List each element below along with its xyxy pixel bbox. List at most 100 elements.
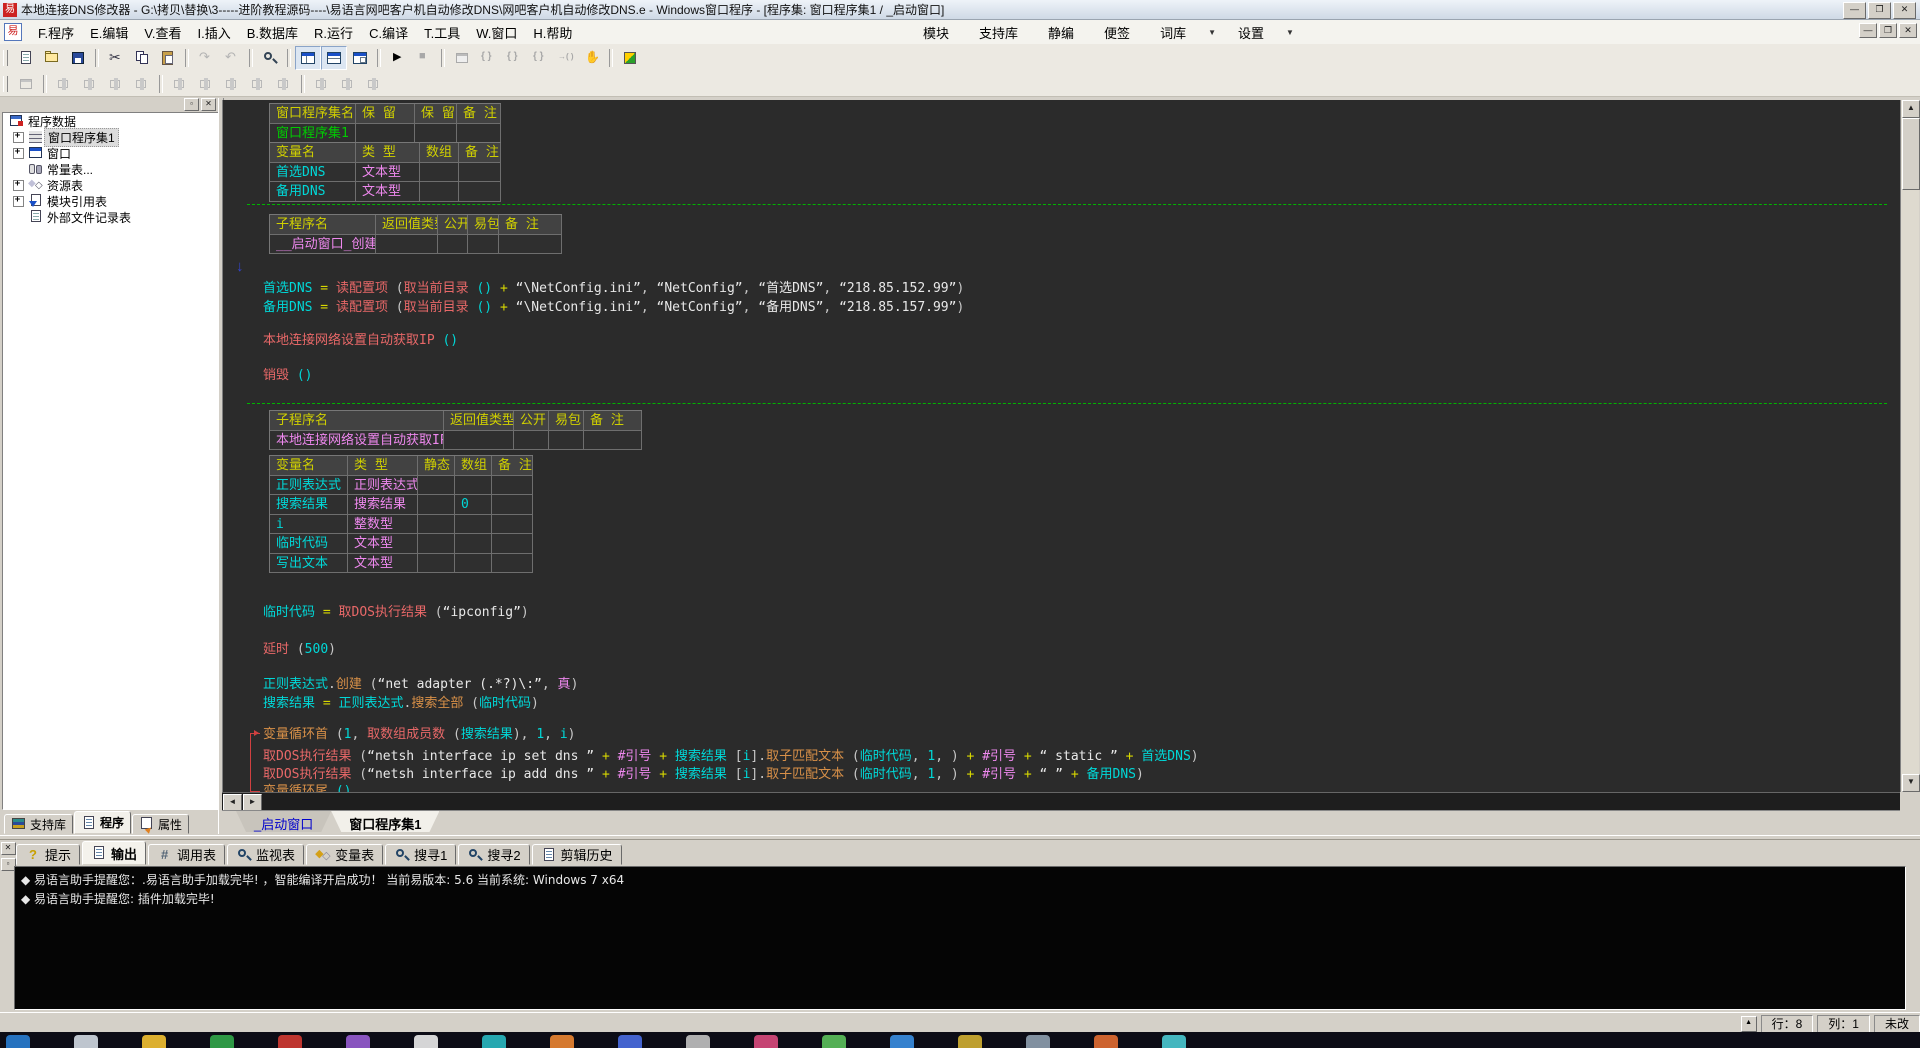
output-close-button[interactable]: ✕	[0, 842, 16, 855]
tree-item-外部文件记录表[interactable]: 外部文件记录表	[3, 209, 219, 225]
editor-tab-窗口程序集1[interactable]: 窗口程序集1	[331, 811, 439, 832]
editor-tab-_启动窗口[interactable]: _启动窗口	[236, 811, 331, 832]
mdi-close-button[interactable]: ✕	[1899, 23, 1917, 38]
copy-button[interactable]	[129, 46, 155, 70]
menu-item-模块[interactable]: 模块	[915, 20, 957, 45]
toolbar-grip[interactable]	[3, 50, 8, 66]
menu-item-T.工具[interactable]: T.工具	[416, 20, 468, 45]
taskbar-item[interactable]	[822, 1035, 846, 1048]
minimize-button[interactable]: —	[1843, 2, 1866, 19]
menu-item-V.查看[interactable]: V.查看	[136, 20, 189, 45]
statusbar: ▲ 行：8 列：1 未改	[0, 1012, 1920, 1033]
mdi-child-icon: 易	[4, 23, 22, 41]
taskbar-item[interactable]	[74, 1035, 98, 1048]
taskbar-item[interactable]	[210, 1035, 234, 1048]
tab-搜寻1[interactable]: 搜寻1	[385, 844, 457, 865]
taskbar-item[interactable]	[550, 1035, 574, 1048]
taskbar-item[interactable]	[482, 1035, 506, 1048]
tab-输出[interactable]: 输出	[82, 841, 147, 865]
taskbar-item[interactable]	[278, 1035, 302, 1048]
tree-item-窗口程序集1[interactable]: 窗口程序集1	[3, 127, 219, 147]
menu-item-H.帮助[interactable]: H.帮助	[525, 20, 580, 45]
taskbar-item[interactable]	[1026, 1035, 1050, 1048]
code-line: 变量循环尾 ()	[263, 784, 352, 792]
taskbar-item[interactable]	[618, 1035, 642, 1048]
step-over-icon	[480, 50, 496, 66]
e-assistant-plugin-button[interactable]	[617, 46, 643, 70]
menu-item-W.窗口[interactable]: W.窗口	[468, 20, 525, 45]
taskbar-item[interactable]	[890, 1035, 914, 1048]
save-file-button[interactable]	[65, 46, 91, 70]
tree-item-窗口[interactable]: 窗口	[3, 145, 219, 161]
expand-plus-icon[interactable]	[13, 195, 24, 207]
status-panel-toggle-button[interactable]: ▲	[1740, 1016, 1757, 1032]
windows-taskbar[interactable]	[0, 1032, 1920, 1048]
menu-item-F.程序[interactable]: F.程序	[30, 20, 82, 45]
code-editor[interactable]: 窗口程序集名保 留保 留备 注窗口程序集1 变量名类 型数组备 注首选DNS 文本型…	[222, 100, 1901, 792]
panel-close-button[interactable]: ✕	[201, 98, 216, 111]
output-area[interactable]: ◆ 易语言助手提醒您：.易语言助手加载完毕! ，智能编译开启成功！ 当前易版本:…	[14, 866, 1906, 1010]
menu-item-E.编辑[interactable]: E.编辑	[82, 20, 136, 45]
mdi-minimize-button[interactable]: —	[1859, 23, 1877, 38]
taskbar-item[interactable]	[1162, 1035, 1186, 1048]
menu-item-词库[interactable]: 词库	[1152, 20, 1194, 45]
run-program-button[interactable]	[385, 46, 411, 70]
vscroll-thumb[interactable]	[1902, 118, 1920, 190]
taskbar-item[interactable]	[346, 1035, 370, 1048]
open-file-button[interactable]	[39, 46, 65, 70]
taskbar-item[interactable]	[958, 1035, 982, 1048]
dropdown-arrow-icon[interactable]: ▼	[1208, 28, 1216, 37]
toolbar-grip[interactable]	[3, 76, 8, 92]
tree-item-资源表[interactable]: 资源表	[3, 177, 219, 193]
tab-变量表[interactable]: 变量表	[306, 844, 384, 865]
tab-搜寻2[interactable]: 搜寻2	[458, 844, 530, 865]
editor-vscrollbar[interactable]: ▲ ▼	[1900, 100, 1920, 792]
program-data-icon	[9, 114, 25, 128]
menu-item-便签[interactable]: 便签	[1096, 20, 1138, 45]
find-button[interactable]	[257, 46, 283, 70]
workspace-panel-caption[interactable]: ▫ ✕	[2, 98, 218, 111]
menu-item-R.运行[interactable]: R.运行	[306, 20, 361, 45]
dropdown-arrow-icon[interactable]: ▼	[1286, 28, 1294, 37]
tab-程序[interactable]: 程序	[74, 811, 132, 834]
table-cell: 备用DNS	[270, 182, 356, 202]
new-file-button[interactable]	[13, 46, 39, 70]
taskbar-item[interactable]	[1094, 1035, 1118, 1048]
tab-监视表[interactable]: 监视表	[227, 844, 305, 865]
tree-item-常量表...[interactable]: 常量表...	[3, 161, 219, 177]
scroll-down-button[interactable]: ▼	[1902, 774, 1920, 792]
panel-float-button[interactable]: ▫	[184, 98, 199, 111]
taskbar-item[interactable]	[142, 1035, 166, 1048]
menu-item-C.编译[interactable]: C.编译	[361, 20, 416, 45]
tab-提示[interactable]: 提示	[16, 844, 81, 865]
redo-button	[193, 46, 219, 70]
taskbar-item[interactable]	[754, 1035, 778, 1048]
taskbar-item[interactable]	[414, 1035, 438, 1048]
tree-item-模块引用表[interactable]: 模块引用表	[3, 193, 219, 209]
taskbar-item[interactable]	[686, 1035, 710, 1048]
close-button[interactable]: ✕	[1893, 2, 1916, 19]
tab-支持库[interactable]: 支持库	[4, 814, 74, 834]
cut-button[interactable]	[103, 46, 129, 70]
expand-plus-icon[interactable]	[13, 179, 24, 191]
taskbar-item[interactable]	[6, 1035, 30, 1048]
tab-剪辑历史[interactable]: 剪辑历史	[531, 844, 622, 865]
menu-item-I.插入[interactable]: I.插入	[190, 20, 239, 45]
maximize-button[interactable]: ❐	[1868, 2, 1891, 19]
paste-button[interactable]	[155, 46, 181, 70]
toggle-workspace-panel-button[interactable]	[295, 46, 321, 70]
expand-plus-icon[interactable]	[13, 147, 24, 159]
menu-item-支持库[interactable]: 支持库	[971, 20, 1026, 45]
expand-plus-icon[interactable]	[13, 131, 24, 143]
menu-item-设置[interactable]: 设置	[1230, 20, 1272, 45]
toggle-output-panel-button[interactable]	[321, 46, 347, 70]
tab-属性[interactable]: 属性	[132, 814, 190, 834]
scroll-up-button[interactable]: ▲	[1902, 100, 1920, 118]
toggle-layout-button[interactable]	[347, 46, 373, 70]
tab-调用表[interactable]: 调用表	[148, 844, 226, 865]
editor-hscrollbar[interactable]: ◄ ►	[222, 792, 1900, 812]
mdi-restore-button[interactable]: ❐	[1879, 23, 1897, 38]
menu-item-B.数据库[interactable]: B.数据库	[239, 20, 306, 45]
program-tree[interactable]: 程序数据窗口程序集1窗口常量表...资源表模块引用表外部文件记录表	[2, 112, 220, 810]
menu-item-静编[interactable]: 静编	[1040, 20, 1082, 45]
